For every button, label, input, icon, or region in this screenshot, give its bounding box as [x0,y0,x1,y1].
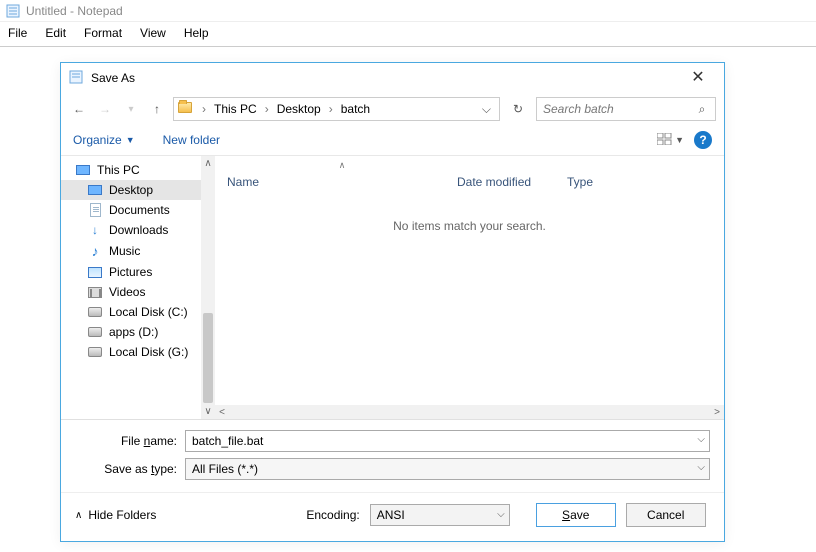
scroll-down-icon[interactable]: ∨ [204,404,211,419]
view-options-button[interactable]: ▼ [657,133,684,148]
chevron-right-icon[interactable]: › [198,102,210,116]
sort-indicator-icon: ∧ [227,160,457,171]
menu-help[interactable]: Help [184,26,209,40]
notepad-divider [0,46,816,47]
menu-edit[interactable]: Edit [45,26,66,40]
tree-item-documents[interactable]: Documents [61,200,201,220]
save-button[interactable]: Save [536,503,616,527]
help-button[interactable]: ? [694,131,712,149]
scroll-left-icon[interactable]: < [215,407,229,418]
breadcrumb-thispc[interactable]: This PC [212,102,259,116]
scroll-thumb[interactable] [203,313,213,403]
disk-icon [87,327,103,337]
toolbar: Organize ▼ New folder ▼ ? [61,125,724,156]
column-date-label[interactable]: Date modified [457,175,567,189]
tree-item-disk-c[interactable]: Local Disk (C:) [61,302,201,322]
breadcrumb[interactable]: › This PC › Desktop › batch ⌵ [173,97,500,121]
breadcrumb-batch[interactable]: batch [339,102,372,116]
pictures-icon [87,267,103,278]
tree-item-videos[interactable]: Videos [61,282,201,302]
tree-item-pictures[interactable]: Pictures [61,262,201,282]
nav-row: ← → ▾ ↑ › This PC › Desktop › batch ⌵ ↻ … [61,93,724,125]
nav-up-icon[interactable]: ↑ [147,99,167,119]
monitor-icon [75,165,91,175]
notepad-title: Untitled - Notepad [26,4,123,18]
disk-icon [87,347,103,357]
document-icon [87,203,103,217]
close-button[interactable]: ✕ [678,70,718,86]
disk-icon [87,307,103,317]
download-icon: ↓ [87,223,103,237]
search-icon[interactable]: ⌕ [695,102,709,117]
chevron-right-icon[interactable]: › [261,102,273,116]
new-folder-button[interactable]: New folder [163,133,220,147]
column-name-label[interactable]: Name [227,175,457,189]
dialog-icon [69,70,83,87]
menubar: File Edit Format View Help [0,22,816,44]
encoding-label: Encoding: [306,508,359,522]
search-input[interactable]: Search batch ⌕ [536,97,716,121]
monitor-icon [87,185,103,195]
organize-button[interactable]: Organize ▼ [73,133,135,147]
notepad-icon [6,4,20,18]
tree-item-disk-g[interactable]: Local Disk (G:) [61,342,201,362]
chevron-down-icon[interactable]: ⌵ [497,509,505,520]
menu-file[interactable]: File [8,26,27,40]
chevron-down-icon: ▼ [675,135,684,145]
scroll-right-icon[interactable]: > [710,407,724,418]
column-type-label[interactable]: Type [567,175,647,189]
breadcrumb-dropdown-icon[interactable]: ⌵ [478,102,495,117]
cancel-button[interactable]: Cancel [626,503,706,527]
menu-view[interactable]: View [140,26,166,40]
chevron-down-icon[interactable]: ⌵ [697,462,705,473]
savetype-label: Save as type: [75,462,185,476]
videos-icon [87,287,103,298]
column-name[interactable]: ∧ [227,160,457,171]
tree-scrollbar[interactable]: ∧ ∨ [201,156,215,419]
filename-input[interactable]: batch_file.bat ⌵ [185,430,710,452]
hide-folders-button[interactable]: ∧ Hide Folders [75,508,156,522]
filename-label: File name: [75,434,185,448]
nav-back-icon[interactable]: ← [69,99,89,119]
tree-item-music[interactable]: ♪ Music [61,240,201,262]
tree-item-desktop[interactable]: Desktop [61,180,201,200]
nav-recent-dropdown-icon[interactable]: ▾ [121,99,141,119]
view-grid-icon [657,133,673,148]
search-placeholder: Search batch [543,102,614,116]
refresh-icon[interactable]: ↻ [506,97,530,121]
tree-item-thispc[interactable]: This PC [61,160,201,180]
breadcrumb-desktop[interactable]: Desktop [275,102,323,116]
savetype-select[interactable]: All Files (*.*) ⌵ [185,458,710,480]
column-headers: ∧ [215,156,724,175]
save-as-dialog: Save As ✕ ← → ▾ ↑ › This PC › Desktop › … [60,62,725,542]
chevron-up-icon: ∧ [75,510,82,521]
tree-item-downloads[interactable]: ↓ Downloads [61,220,201,240]
folder-tree[interactable]: This PC Desktop Documents ↓ Downloads ♪ … [61,156,201,419]
notepad-titlebar: Untitled - Notepad [0,0,816,22]
music-icon: ♪ [87,243,103,259]
dialog-title: Save As [91,71,670,85]
chevron-down-icon[interactable]: ⌵ [697,434,705,445]
dialog-footer: ∧ Hide Folders Encoding: ANSI ⌵ Save Can… [61,492,724,541]
form-area: File name: batch_file.bat ⌵ Save as type… [61,420,724,492]
file-pane: ∧ Name Date modified Type No items match… [215,156,724,419]
file-hscrollbar[interactable]: < > [215,405,724,419]
scroll-up-icon[interactable]: ∧ [204,156,211,171]
nav-forward-icon[interactable]: → [95,99,115,119]
dialog-body: This PC Desktop Documents ↓ Downloads ♪ … [61,156,724,420]
chevron-right-icon[interactable]: › [325,102,337,116]
tree-item-disk-d[interactable]: apps (D:) [61,322,201,342]
dialog-titlebar: Save As ✕ [61,63,724,93]
folder-icon [178,102,192,116]
empty-message: No items match your search. [215,193,724,259]
encoding-select[interactable]: ANSI ⌵ [370,504,510,526]
menu-format[interactable]: Format [84,26,122,40]
chevron-down-icon: ▼ [126,135,135,145]
